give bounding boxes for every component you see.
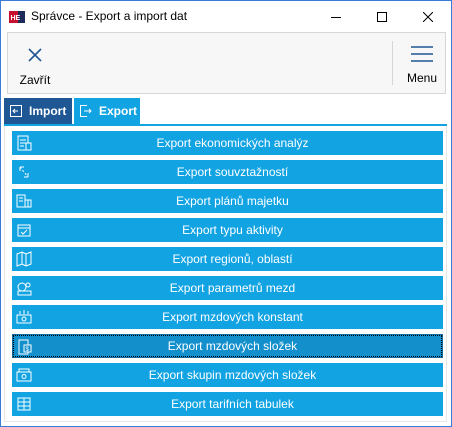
export-item-label: Export mzdových složek: [167, 339, 298, 353]
export-item-label: Export typu aktivity: [182, 223, 283, 237]
tab-export[interactable]: Export: [74, 98, 140, 124]
wage-constants-icon: [15, 308, 33, 326]
tab-export-label: Export: [99, 104, 138, 118]
app-window: HE Správce - Export a import dat Zavřít: [0, 0, 452, 427]
minimize-icon: [331, 16, 341, 18]
activity-icon: [15, 221, 33, 239]
hamburger-icon: [411, 46, 433, 62]
export-panel: Export ekonomických analýz Export souvzt…: [4, 126, 447, 422]
tab-import[interactable]: Import: [4, 98, 72, 124]
toolbar-divider: [392, 41, 393, 85]
tab-import-label: Import: [29, 104, 67, 118]
export-typu-aktivity-button[interactable]: Export typu aktivity: [12, 218, 443, 242]
export-tarifnich-tabulek-button[interactable]: Export tarifních tabulek: [12, 392, 443, 416]
window-title: Správce - Export a import dat: [31, 9, 188, 23]
export-item-label: Export parametrů mezd: [169, 281, 296, 295]
import-icon: [10, 105, 22, 117]
export-mzdovych-konstant-button[interactable]: Export mzdových konstant: [12, 305, 443, 329]
export-item-label: Export plánů majetku: [176, 194, 289, 208]
svg-text:HE: HE: [11, 15, 21, 22]
close-button[interactable]: Zavřít: [8, 33, 62, 93]
assets-icon: [15, 192, 33, 210]
export-icon: [80, 105, 92, 117]
menu-button-label: Menu: [406, 71, 438, 85]
wage-components-icon: $: [16, 338, 34, 356]
export-item-label: Export skupin mzdových složek: [148, 368, 317, 382]
close-x-icon: [28, 48, 42, 62]
close-window-button[interactable]: [405, 1, 451, 32]
toolbar: Zavřít Menu: [7, 32, 446, 94]
export-item-label: Export regionů, oblastí: [172, 252, 293, 266]
title-bar[interactable]: HE Správce - Export a import dat: [1, 1, 451, 32]
link-arrows-icon: [15, 163, 33, 181]
export-skupin-mzdovych-slozek-button[interactable]: Export skupin mzdových složek: [12, 363, 443, 387]
maximize-icon: [377, 11, 387, 22]
export-ekonomickych-analyz-button[interactable]: Export ekonomických analýz: [12, 131, 443, 155]
app-logo-icon: HE: [9, 9, 25, 25]
export-regionu-oblasti-button[interactable]: Export regionů, oblastí: [12, 247, 443, 271]
export-item-label: Export souvztažností: [176, 165, 289, 179]
minimize-button[interactable]: [313, 1, 359, 32]
close-button-label: Zavřít: [19, 73, 51, 87]
export-mzdovych-slozek-button[interactable]: $ Export mzdových složek: [12, 334, 443, 358]
map-icon: [15, 250, 33, 268]
wage-groups-icon: [15, 366, 33, 384]
report-icon: [15, 134, 33, 152]
export-planu-majetku-button[interactable]: Export plánů majetku: [12, 189, 443, 213]
table-icon: [15, 395, 33, 413]
wage-params-icon: [15, 279, 33, 297]
export-item-label: Export tarifních tabulek: [171, 397, 294, 411]
export-item-label: Export ekonomických analýz: [156, 136, 309, 150]
maximize-button[interactable]: [359, 1, 405, 32]
export-item-label: Export mzdových konstant: [162, 310, 303, 324]
export-souvztaznosti-button[interactable]: Export souvztažností: [12, 160, 443, 184]
close-icon: [423, 11, 433, 22]
menu-button[interactable]: Menu: [398, 33, 446, 93]
export-parametru-mezd-button[interactable]: Export parametrů mezd: [12, 276, 443, 300]
export-list: Export ekonomických analýz Export souvzt…: [12, 131, 443, 421]
